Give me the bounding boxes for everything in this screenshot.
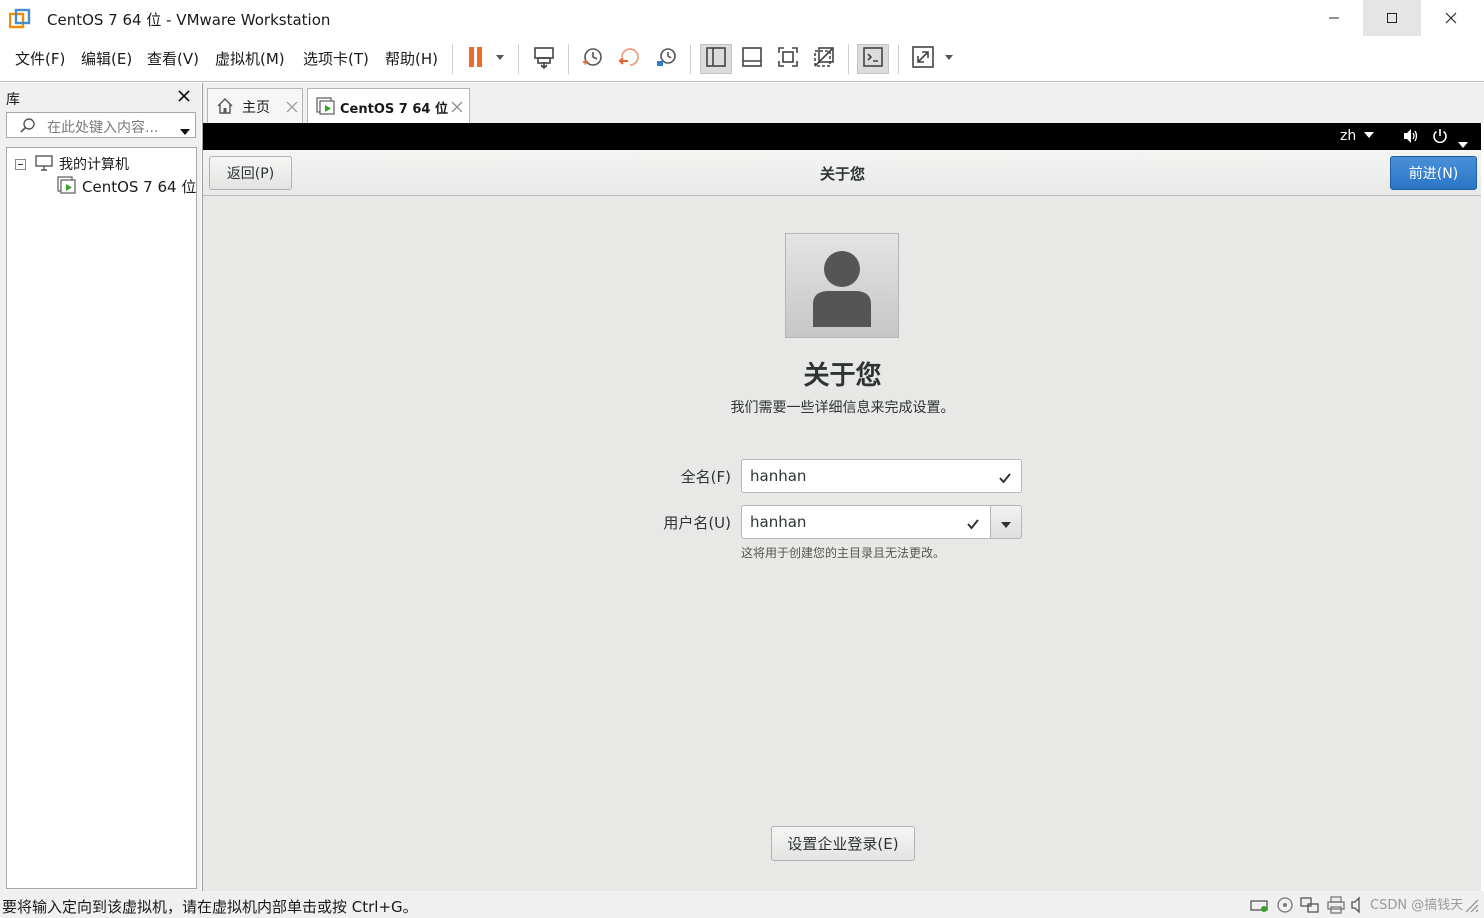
window-title: CentOS 7 64 位 - VMware Workstation: [47, 11, 331, 29]
toolbar-separator: [848, 44, 849, 74]
menu-vm[interactable]: 虚拟机(M): [215, 48, 285, 69]
toolbar-separator: [568, 44, 569, 74]
page-subtitle: 我们需要一些详细信息来完成设置。: [730, 400, 955, 416]
toolbar-separator: [518, 44, 519, 74]
library-tree: 我的计算机 CentOS 7 64 位: [6, 147, 197, 889]
fullscreen-button[interactable]: [772, 44, 804, 74]
vm-icon: [316, 97, 336, 119]
close-window-button[interactable]: [1422, 0, 1480, 36]
header-title: 关于您: [819, 165, 865, 183]
power-icon[interactable]: [1432, 128, 1448, 148]
next-button[interactable]: 前进(N): [1390, 156, 1477, 190]
chevron-down-icon: [1363, 126, 1374, 142]
pause-icon: [464, 45, 508, 73]
language-label: zh: [1340, 128, 1357, 144]
pause-button[interactable]: [462, 44, 510, 74]
unity-button[interactable]: [808, 44, 840, 74]
menu-tabs[interactable]: 选项卡(T): [303, 48, 369, 69]
computer-icon: [35, 155, 53, 175]
fullname-field[interactable]: hanhan: [741, 459, 1022, 493]
tab-centos-vm-close-icon[interactable]: [450, 99, 464, 113]
username-value: hanhan: [750, 513, 807, 531]
hard-disk-icon[interactable]: [1250, 896, 1270, 914]
tab-bar: 主页 CentOS 7 64 位: [202, 83, 1484, 123]
revert-snapshot-icon: [617, 45, 641, 73]
tab-centos-vm-label: CentOS 7 64 位: [340, 102, 448, 117]
vmware-window: CentOS 7 64 位 - VMware Workstation 文件(F)…: [0, 0, 1484, 918]
toolbar-separator: [898, 44, 899, 74]
page-heading: 关于您: [803, 361, 882, 391]
show-thumbnail-bar-button[interactable]: [736, 44, 768, 74]
snapshot-icon: [580, 45, 604, 73]
user-avatar-icon: [811, 248, 875, 332]
title-bar: CentOS 7 64 位 - VMware Workstation: [0, 0, 1484, 36]
gnome-top-bar: zh: [203, 123, 1481, 150]
fullscreen-icon: [777, 46, 799, 72]
show-library-icon: [705, 46, 727, 72]
snapshot-manager-icon: [654, 45, 678, 73]
search-dropdown-icon[interactable]: [179, 121, 191, 140]
username-field[interactable]: hanhan: [741, 505, 991, 539]
tab-home-close-icon[interactable]: [285, 99, 299, 113]
toolbar-separator: [452, 44, 453, 74]
revert-snapshot-button[interactable]: [613, 44, 645, 74]
volume-icon[interactable]: [1402, 128, 1420, 148]
menu-edit[interactable]: 编辑(E): [81, 48, 132, 69]
status-message: 要将输入定向到该虚拟机，请在虚拟机内部单击或按 Ctrl+G。: [2, 898, 418, 916]
minimize-button[interactable]: [1305, 0, 1363, 36]
library-panel: 库 在此处键入内容... 我的计算机 CentOS 7 64 位: [0, 83, 201, 891]
console-view-button[interactable]: [857, 44, 889, 74]
collapse-icon[interactable]: [15, 158, 26, 174]
enterprise-login-button[interactable]: 设置企业登录(E): [771, 826, 915, 861]
close-library-icon[interactable]: [176, 88, 192, 104]
watermark-text: CSDN @搞钱天: [1370, 898, 1464, 913]
stretch-guest-button[interactable]: [906, 44, 956, 74]
username-hint: 这将用于创建您的主目录且无法更改。: [741, 546, 946, 560]
toolbar-separator: [690, 44, 691, 74]
snapshot-manager-button[interactable]: [650, 44, 682, 74]
tree-label-my-computer: 我的计算机: [59, 157, 129, 173]
fullname-value: hanhan: [750, 467, 807, 485]
menu-help[interactable]: 帮助(H): [385, 48, 438, 69]
checkmark-icon: [966, 516, 980, 530]
sound-card-icon[interactable]: [1350, 896, 1370, 914]
checkmark-icon: [998, 470, 1012, 484]
snapshot-button[interactable]: [576, 44, 608, 74]
show-thumbnail-icon: [741, 46, 763, 72]
vm-running-icon: [57, 176, 77, 198]
maximize-button[interactable]: [1363, 0, 1421, 36]
tree-label-centos-vm: CentOS 7 64 位: [82, 178, 197, 196]
tab-home[interactable]: 主页: [207, 88, 303, 123]
menu-view[interactable]: 查看(V): [147, 48, 199, 69]
vmware-logo-icon: [8, 8, 31, 30]
username-label: 用户名(U): [663, 514, 731, 532]
network-adapter-icon[interactable]: [1300, 896, 1320, 914]
library-search-input[interactable]: 在此处键入内容...: [6, 112, 196, 138]
console-icon: [862, 46, 884, 72]
library-title: 库: [6, 92, 20, 108]
status-bar: 要将输入定向到该虚拟机，请在虚拟机内部单击或按 Ctrl+G。 CSDN @搞钱…: [0, 891, 1484, 918]
cd-dvd-icon[interactable]: [1276, 896, 1296, 914]
menu-file[interactable]: 文件(F): [15, 48, 65, 69]
home-icon: [216, 97, 234, 119]
avatar-button[interactable]: [785, 233, 899, 338]
setup-header-bar: 返回(P) 关于您 前进(N): [203, 150, 1481, 196]
printer-icon[interactable]: [1326, 896, 1346, 914]
menu-toolbar: 文件(F) 编辑(E) 查看(V) 虚拟机(M) 选项卡(T) 帮助(H): [0, 36, 1484, 82]
search-placeholder: 在此处键入内容...: [47, 120, 159, 136]
chevron-down-icon: [1001, 513, 1011, 532]
vm-console[interactable]: zh 返回(P) 关于您 前进(N) 关于您 我们需要一些详细信息来完成设置。 …: [202, 123, 1481, 891]
tab-centos-vm[interactable]: CentOS 7 64 位: [307, 88, 470, 123]
username-dropdown-button[interactable]: [990, 505, 1022, 539]
send-ctrl-alt-del-icon: [532, 45, 556, 73]
search-icon: [19, 117, 37, 139]
resize-grip-icon[interactable]: [1462, 896, 1482, 914]
unity-icon: [813, 46, 835, 72]
send-ctrl-alt-del-button[interactable]: [528, 44, 560, 74]
input-language-indicator[interactable]: zh: [1340, 126, 1374, 144]
tab-home-label: 主页: [242, 100, 270, 116]
show-library-button[interactable]: [700, 44, 732, 74]
fullname-label: 全名(F): [680, 468, 731, 486]
stretch-icon: [907, 45, 955, 73]
